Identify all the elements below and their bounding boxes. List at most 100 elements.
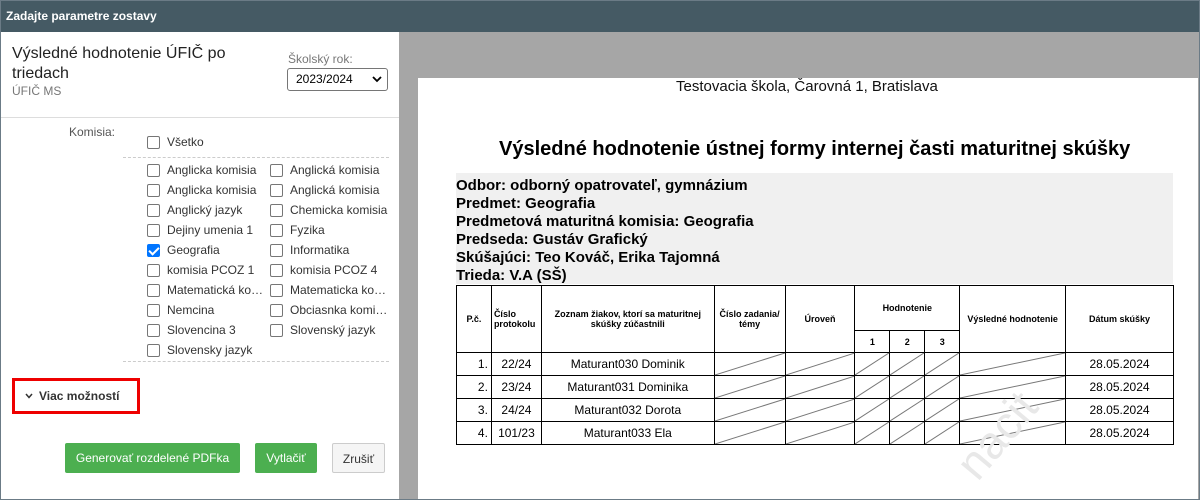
- cancel-button[interactable]: Zrušiť: [332, 443, 385, 473]
- generate-pdf-button[interactable]: Generovať rozdelené PDFka: [65, 443, 240, 473]
- checkbox-icon[interactable]: [270, 164, 283, 177]
- more-options-label: Viac možností: [39, 389, 120, 403]
- header-protocol: Číslo protokolu: [490, 285, 542, 353]
- empty-cell: [889, 375, 926, 399]
- empty-cell: [854, 375, 891, 399]
- info-chair: Predseda: Gustáv Grafický: [456, 231, 648, 248]
- commission-checkbox-label: komisia PCOZ 4: [290, 263, 378, 277]
- info-field: Odbor: odborný opatrovateľ, gymnázium: [456, 177, 748, 194]
- checkbox-icon[interactable]: [147, 136, 160, 149]
- header-result: Výsledné hodnotenie: [959, 285, 1067, 353]
- info-box: Odbor: odborný opatrovateľ, gymnázium Pr…: [456, 173, 1173, 284]
- row-protocol: 23/24: [490, 375, 542, 399]
- report-title: Výsledné hodnotenie ÚFIČ po triedach: [12, 45, 226, 82]
- divider: [1, 117, 399, 118]
- row-number: 1.: [456, 352, 492, 376]
- commission-checkbox-label: Anglicka komisia: [167, 183, 257, 197]
- checkbox-icon[interactable]: [147, 264, 160, 277]
- commission-checkbox-label: Informatika: [290, 243, 350, 257]
- checkbox-icon[interactable]: [270, 224, 283, 237]
- header-students: Zoznam žiakov, ktorí sa maturitnej skúšk…: [540, 285, 715, 353]
- checkbox-icon[interactable]: [147, 164, 160, 177]
- checkbox-icon[interactable]: [270, 324, 283, 337]
- checkbox-icon[interactable]: [270, 284, 283, 297]
- commission-checkbox-label: Nemcina: [167, 303, 215, 317]
- header-date: Dátum skúšky: [1065, 285, 1174, 353]
- header-assignment: Číslo zadania/ témy: [713, 285, 786, 353]
- info-class: Trieda: V.A (SŠ): [456, 267, 567, 284]
- print-button[interactable]: Vytlačiť: [255, 443, 317, 473]
- row-date: 28.05.2024: [1065, 352, 1174, 376]
- checkbox-icon[interactable]: [147, 284, 160, 297]
- empty-cell: [924, 398, 961, 422]
- school-name: Testovacia škola, Čarovná 1, Bratislava: [676, 78, 938, 95]
- info-commission: Predmetová maturitná komisia: Geografia: [456, 213, 754, 230]
- row-student: Maturant032 Dorota: [540, 398, 715, 422]
- empty-cell: [889, 352, 926, 376]
- checkbox-icon[interactable]: [147, 324, 160, 337]
- empty-cell: [784, 421, 856, 445]
- commission-checkbox-label: komisia PCOZ 1: [167, 263, 255, 277]
- table-row: 4. 101/23 Maturant033 Ela 28.05.2024: [456, 421, 1174, 445]
- checkbox-icon[interactable]: [147, 224, 160, 237]
- commission-checkbox-label: Matematická komisia: [167, 283, 265, 297]
- preview-title: Výsledné hodnotenie ústnej formy interne…: [499, 138, 1131, 160]
- table-row: 2. 23/24 Maturant031 Dominika 28.05.2024: [456, 375, 1174, 399]
- empty-cell: [924, 352, 961, 376]
- empty-cell: [784, 398, 856, 422]
- checkbox-icon[interactable]: [147, 204, 160, 217]
- header-eval-2: 2: [889, 330, 926, 353]
- commission-label: Komisia:: [69, 125, 116, 139]
- commission-checkbox-label: Geografia: [167, 243, 220, 257]
- checkbox-icon[interactable]: [147, 184, 160, 197]
- row-protocol: 24/24: [490, 398, 542, 422]
- report-parameters-dialog: Zadajte parametre zostavy Výsledné hodno…: [0, 0, 1200, 500]
- commission-checkbox-label: Anglická komisia: [290, 163, 380, 177]
- commission-checkbox-label: Anglická komisia: [290, 183, 380, 197]
- row-number: 4.: [456, 421, 492, 445]
- empty-cell: [889, 421, 926, 445]
- commission-checkbox-label: Obciasnka komisia: [290, 303, 388, 317]
- row-protocol: 22/24: [490, 352, 542, 376]
- commission-checkbox-label: Slovenský jazyk: [290, 323, 376, 337]
- empty-cell: [854, 352, 891, 376]
- results-table: P.č. Číslo protokolu Zoznam žiakov, ktor…: [456, 285, 1174, 445]
- checkbox-icon[interactable]: [270, 244, 283, 257]
- checkbox-checked-icon[interactable]: [147, 244, 160, 257]
- row-student: Maturant031 Dominika: [540, 375, 715, 399]
- header-evaluation: Hodnotenie: [854, 285, 961, 331]
- table-row: 1. 22/24 Maturant030 Dominik 28.05.2024: [456, 352, 1174, 376]
- header-pc: P.č.: [456, 285, 492, 353]
- parameters-panel: Výsledné hodnotenie ÚFIČ po triedach ÚFI…: [1, 32, 399, 499]
- empty-cell: [854, 398, 891, 422]
- table-row: 3. 24/24 Maturant032 Dorota 28.05.2024: [456, 398, 1174, 422]
- row-student: Maturant030 Dominik: [540, 352, 715, 376]
- row-number: 2.: [456, 375, 492, 399]
- report-subtitle: ÚFIČ MS: [12, 84, 62, 98]
- report-preview-page: Testovacia škola, Čarovná 1, Bratislava …: [418, 78, 1198, 499]
- header-eval-3: 3: [924, 330, 961, 353]
- empty-cell: [713, 352, 786, 376]
- empty-cell: [713, 398, 786, 422]
- commission-checkbox-label: Anglický jazyk: [167, 203, 243, 217]
- empty-cell: [713, 421, 786, 445]
- school-year-select[interactable]: 2023/2024: [287, 68, 388, 91]
- empty-cell: [924, 375, 961, 399]
- empty-cell: [959, 352, 1067, 376]
- info-subject: Predmet: Geografia: [456, 195, 596, 212]
- commission-checkbox-label: Fyzika: [290, 223, 325, 237]
- header-eval-1: 1: [854, 330, 891, 353]
- checkbox-icon[interactable]: [270, 204, 283, 217]
- empty-cell: [784, 375, 856, 399]
- checkbox-icon[interactable]: [270, 184, 283, 197]
- more-options-toggle[interactable]: Viac možností: [12, 378, 140, 414]
- empty-cell: [889, 398, 926, 422]
- checkbox-icon[interactable]: [147, 344, 160, 357]
- dialog-title: Zadajte parametre zostavy: [1, 1, 1199, 32]
- preview-area[interactable]: Testovacia škola, Čarovná 1, Bratislava …: [399, 32, 1199, 499]
- checkbox-icon[interactable]: [270, 304, 283, 317]
- row-protocol: 101/23: [490, 421, 542, 445]
- checkbox-icon[interactable]: [147, 304, 160, 317]
- checkbox-icon[interactable]: [270, 264, 283, 277]
- commission-checkbox-label: Slovencina 3: [167, 323, 236, 337]
